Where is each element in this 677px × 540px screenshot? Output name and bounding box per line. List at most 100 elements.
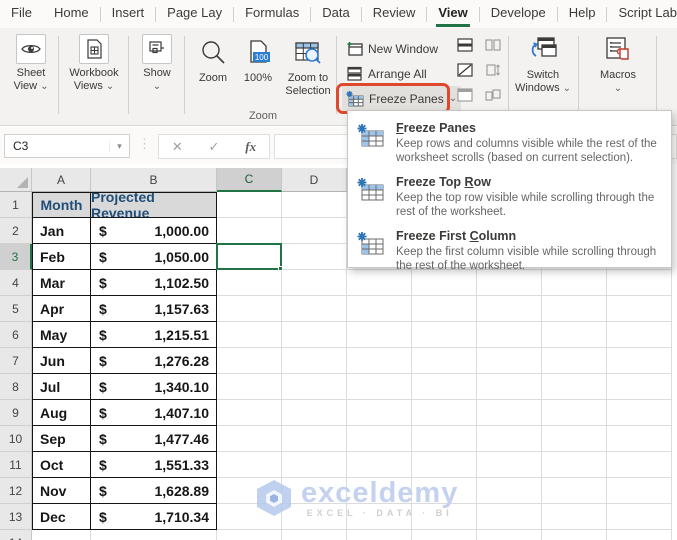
cell-g5[interactable]: [477, 296, 542, 322]
zoom-100-button[interactable]: 100 100%: [236, 37, 280, 85]
name-box[interactable]: C3 ▾: [4, 134, 130, 158]
tab-data[interactable]: Data: [311, 0, 360, 28]
cell-e14[interactable]: [347, 530, 412, 540]
tab-develope[interactable]: Develope: [480, 0, 557, 28]
row-header-4[interactable]: 4: [0, 270, 32, 296]
menu-item-freeze-panes[interactable]: Freeze Panes Keep rows and columns visib…: [348, 116, 671, 170]
cell-b8[interactable]: $1,340.10: [91, 374, 217, 400]
cell-g7[interactable]: [477, 348, 542, 374]
cell-d14[interactable]: [282, 530, 347, 540]
menu-item-freeze-top-row[interactable]: Freeze Top Row Keep the top row visible …: [348, 170, 671, 224]
cell-b1[interactable]: Projected Revenue: [91, 192, 217, 218]
fill-handle[interactable]: [278, 266, 283, 271]
cell-c14[interactable]: [217, 530, 282, 540]
cell-c1[interactable]: [217, 192, 282, 218]
tab-page-lay[interactable]: Page Lay: [156, 0, 233, 28]
cell-a10[interactable]: Sep: [32, 426, 91, 452]
cell-c2[interactable]: [217, 218, 282, 244]
cell-d4[interactable]: [282, 270, 347, 296]
cell-c9[interactable]: [217, 400, 282, 426]
cell-c8[interactable]: [217, 374, 282, 400]
workbook-views-button[interactable]: Workbook Views ⌄: [62, 34, 126, 93]
cell-g8[interactable]: [477, 374, 542, 400]
select-all-corner[interactable]: [0, 168, 32, 192]
selected-cell-C3[interactable]: [216, 243, 283, 271]
new-window-button[interactable]: New Window: [342, 36, 442, 61]
cell-a3[interactable]: Feb: [32, 244, 91, 270]
show-button[interactable]: Show ⌄: [132, 34, 182, 93]
cell-e13[interactable]: [347, 504, 412, 530]
cell-e5[interactable]: [347, 296, 412, 322]
cell-a6[interactable]: May: [32, 322, 91, 348]
row-header-10[interactable]: 10: [0, 426, 32, 452]
tab-formulas[interactable]: Formulas: [234, 0, 310, 28]
cancel-icon[interactable]: ✕: [172, 139, 183, 155]
cell-d1[interactable]: [282, 192, 347, 218]
cell-g11[interactable]: [477, 452, 542, 478]
row-header-3[interactable]: 3: [0, 244, 32, 270]
cell-h10[interactable]: [542, 426, 607, 452]
cell-i13[interactable]: [607, 504, 672, 530]
cell-e12[interactable]: [347, 478, 412, 504]
cell-f6[interactable]: [412, 322, 477, 348]
cell-f11[interactable]: [412, 452, 477, 478]
cell-h8[interactable]: [542, 374, 607, 400]
cell-b13[interactable]: $1,710.34: [91, 504, 217, 530]
tab-home[interactable]: Home: [43, 0, 100, 28]
cell-d3[interactable]: [282, 244, 347, 270]
cell-d7[interactable]: [282, 348, 347, 374]
cell-d10[interactable]: [282, 426, 347, 452]
cell-b7[interactable]: $1,276.28: [91, 348, 217, 374]
cell-a13[interactable]: Dec: [32, 504, 91, 530]
cell-i9[interactable]: [607, 400, 672, 426]
cell-i10[interactable]: [607, 426, 672, 452]
cell-f7[interactable]: [412, 348, 477, 374]
cell-b10[interactable]: $1,477.46: [91, 426, 217, 452]
cell-f5[interactable]: [412, 296, 477, 322]
tab-insert[interactable]: Insert: [101, 0, 156, 28]
row-header-6[interactable]: 6: [0, 322, 32, 348]
cell-h7[interactable]: [542, 348, 607, 374]
cell-g9[interactable]: [477, 400, 542, 426]
cell-h11[interactable]: [542, 452, 607, 478]
cell-a9[interactable]: Aug: [32, 400, 91, 426]
column-header-b[interactable]: B: [91, 168, 217, 192]
column-header-d[interactable]: D: [282, 168, 347, 192]
cell-b3[interactable]: $1,050.00: [91, 244, 217, 270]
cell-e10[interactable]: [347, 426, 412, 452]
row-header-7[interactable]: 7: [0, 348, 32, 374]
cell-g14[interactable]: [477, 530, 542, 540]
switch-windows-button[interactable]: Switch Windows ⌄: [514, 34, 572, 95]
cell-i6[interactable]: [607, 322, 672, 348]
cell-c4[interactable]: [217, 270, 282, 296]
zoom-to-selection-button[interactable]: Zoom to Selection: [280, 37, 336, 98]
cell-i5[interactable]: [607, 296, 672, 322]
row-header-12[interactable]: 12: [0, 478, 32, 504]
cell-b4[interactable]: $1,102.50: [91, 270, 217, 296]
row-header-1[interactable]: 1: [0, 192, 32, 218]
cell-b14[interactable]: [91, 530, 217, 540]
column-header-c[interactable]: C: [217, 168, 282, 192]
cell-e6[interactable]: [347, 322, 412, 348]
cell-f13[interactable]: [412, 504, 477, 530]
cell-a7[interactable]: Jun: [32, 348, 91, 374]
menu-item-freeze-first-column[interactable]: Freeze First Column Keep the first colum…: [348, 224, 671, 278]
cell-d13[interactable]: [282, 504, 347, 530]
cell-f14[interactable]: [412, 530, 477, 540]
cell-d5[interactable]: [282, 296, 347, 322]
cell-f10[interactable]: [412, 426, 477, 452]
cell-d11[interactable]: [282, 452, 347, 478]
cell-i7[interactable]: [607, 348, 672, 374]
cell-i8[interactable]: [607, 374, 672, 400]
reset-window-position-icon[interactable]: [484, 87, 502, 103]
cell-b5[interactable]: $1,157.63: [91, 296, 217, 322]
cell-i11[interactable]: [607, 452, 672, 478]
split-icon[interactable]: [456, 37, 474, 53]
cell-h14[interactable]: [542, 530, 607, 540]
cell-g6[interactable]: [477, 322, 542, 348]
cell-d6[interactable]: [282, 322, 347, 348]
cell-a11[interactable]: Oct: [32, 452, 91, 478]
cell-d2[interactable]: [282, 218, 347, 244]
cell-g13[interactable]: [477, 504, 542, 530]
row-header-2[interactable]: 2: [0, 218, 32, 244]
